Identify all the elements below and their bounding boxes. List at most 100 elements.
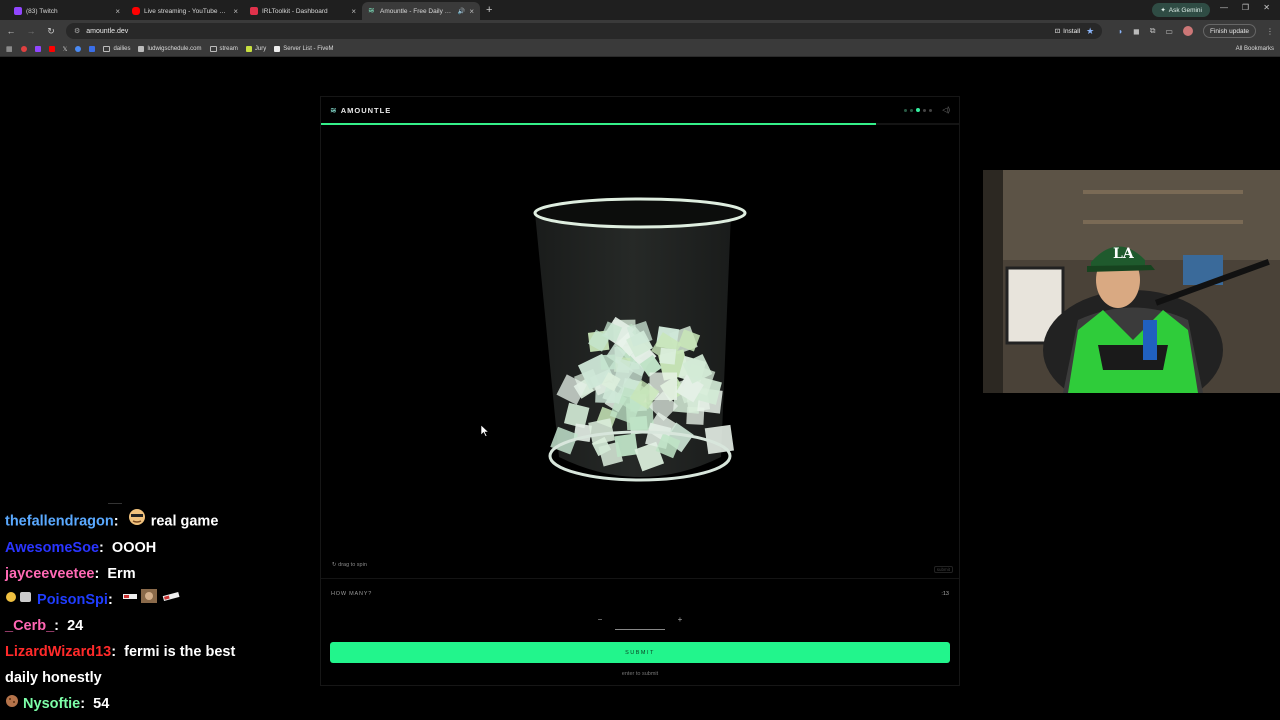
chat-message: jayceeveetee: Erm bbox=[5, 566, 136, 582]
tab-title: Amountle - Free Daily Visu... bbox=[380, 7, 454, 15]
tab-title: IRLToolkit - Dashboard bbox=[262, 7, 328, 15]
cast-icon[interactable]: ▭ bbox=[1165, 27, 1173, 36]
round-dot bbox=[929, 108, 933, 112]
bookmark-label: Server List - FiveM bbox=[283, 46, 334, 52]
apps-grid-icon[interactable]: ▦ bbox=[6, 45, 13, 53]
chat-text: fermi is the best bbox=[124, 644, 236, 661]
enter-to-submit-hint: enter to submit bbox=[621, 671, 659, 677]
close-icon[interactable]: × bbox=[469, 7, 474, 16]
folder-icon bbox=[209, 46, 217, 52]
folder-icon bbox=[103, 46, 111, 52]
chat-username: PoisonSpi bbox=[37, 592, 108, 608]
chat-username: thefallendragon bbox=[5, 513, 114, 530]
emote-icon bbox=[127, 508, 147, 535]
bookmark-folder-stream[interactable]: stream bbox=[209, 46, 238, 52]
ask-gemini-button[interactable]: ✦ Ask Gemini bbox=[1152, 3, 1210, 17]
close-icon[interactable]: × bbox=[351, 7, 356, 16]
tab-title: (83) Twitch bbox=[26, 7, 58, 15]
all-bookmarks[interactable]: All Bookmarks bbox=[1233, 46, 1274, 52]
minimize-icon[interactable]: — bbox=[1220, 3, 1228, 12]
finish-update-button[interactable]: Finish update bbox=[1202, 24, 1256, 38]
site-info-icon[interactable]: ⚙ bbox=[74, 27, 80, 35]
extension-camera-icon[interactable]: ◼ bbox=[1133, 27, 1140, 36]
tab-amountle[interactable]: ≋ Amountle - Free Daily Visu... 🔊 × bbox=[362, 2, 480, 20]
countdown-timer: :13 bbox=[941, 591, 949, 597]
waves-logo-icon: ≋ bbox=[330, 105, 337, 115]
browser-toolbar: ← → ↻ ⚙ amountle.dev ⊡ Install ★ ◗ ◼ ⧉ ▭… bbox=[0, 20, 1280, 42]
drag-to-spin-hint: ↻ drag to spin bbox=[332, 562, 367, 568]
browser-tab-bar: (83) Twitch × Live streaming - YouTube S… bbox=[0, 0, 1280, 20]
bookmark-folder-dailies[interactable]: dailies bbox=[103, 46, 130, 52]
badge-icons bbox=[5, 587, 33, 613]
install-label: Install bbox=[1063, 27, 1081, 35]
close-icon[interactable]: × bbox=[233, 7, 238, 16]
bookmark-label: ludwigschedule.com bbox=[147, 46, 202, 52]
submit-key-hint: submit bbox=[933, 566, 953, 573]
round-dot bbox=[923, 108, 927, 112]
webcam-scene: LA bbox=[983, 170, 1280, 393]
tab-title: Live streaming - YouTube Studio bbox=[144, 7, 230, 15]
back-arrow-icon[interactable]: ← bbox=[6, 26, 16, 36]
jar-top-rim bbox=[533, 197, 747, 229]
all-bookmarks-label: All Bookmarks bbox=[1235, 46, 1274, 52]
new-tab-button[interactable]: + bbox=[486, 4, 492, 16]
twitch-favicon-icon bbox=[14, 7, 22, 15]
chat-message: LizardWizard13: fermi is the best bbox=[5, 644, 236, 661]
cap-logo: LA bbox=[1113, 246, 1135, 262]
extension-audio-icon[interactable]: ◗ bbox=[1118, 27, 1123, 36]
cube bbox=[659, 347, 677, 365]
chat-text: daily honestly bbox=[5, 670, 102, 687]
streamer-webcam: LA bbox=[983, 170, 1280, 393]
chat-username: AwesomeSoe bbox=[5, 540, 100, 556]
chat-message: PoisonSpi: bbox=[5, 587, 315, 613]
bookmarks-bar: ▦ 𝕏 dailies ludwigschedule.com stream Ju… bbox=[0, 42, 1280, 57]
speaker-icon[interactable]: 🔊 bbox=[458, 8, 465, 15]
answer-input[interactable] bbox=[615, 612, 665, 626]
address-bar[interactable]: ⚙ amountle.dev ⊡ Install ★ bbox=[66, 23, 1103, 39]
bookmark-jury[interactable]: Jury bbox=[245, 46, 266, 52]
tab-twitch[interactable]: (83) Twitch × bbox=[8, 2, 126, 20]
url-text: amountle.dev bbox=[86, 27, 129, 35]
extensions-puzzle-icon[interactable]: ⧉ bbox=[1150, 26, 1156, 36]
close-icon[interactable]: × bbox=[115, 7, 120, 16]
chat-username: jayceeveetee bbox=[5, 566, 95, 582]
chat-text: 24 bbox=[67, 618, 84, 635]
chat-message: thefallendragon: real game bbox=[5, 508, 315, 535]
bookmark-icon-5[interactable] bbox=[75, 46, 82, 52]
bookmark-x-icon[interactable]: 𝕏 bbox=[63, 46, 68, 53]
bookmark-icon-2[interactable] bbox=[34, 46, 41, 52]
bookmark-icon-3[interactable] bbox=[48, 46, 55, 52]
tab-irltoolkit[interactable]: IRLToolkit - Dashboard × bbox=[244, 2, 362, 20]
menu-kebab-icon[interactable]: ⋮ bbox=[1266, 27, 1274, 36]
stream-chat-overlay: thefallendragon: real game AwesomeSoe: O… bbox=[5, 508, 315, 717]
sound-toggle-icon[interactable]: ◁) bbox=[942, 106, 950, 114]
bookmark-star-icon[interactable]: ★ bbox=[1086, 26, 1094, 37]
chat-message: Nysoftie: 54 bbox=[5, 691, 315, 717]
gemini-sparkle-icon: ✦ bbox=[1160, 7, 1166, 14]
answer-underline bbox=[615, 629, 665, 630]
reload-icon[interactable]: ↻ bbox=[46, 26, 56, 37]
chat-text: 54 bbox=[93, 696, 110, 713]
bookmark-icon-6[interactable] bbox=[89, 46, 96, 52]
cube bbox=[600, 354, 616, 370]
tab-youtube-studio[interactable]: Live streaming - YouTube Studio × bbox=[126, 2, 244, 20]
mouse-cursor-icon bbox=[481, 425, 489, 437]
profile-avatar[interactable] bbox=[1182, 26, 1193, 36]
ask-gemini-label: Ask Gemini bbox=[1168, 6, 1202, 14]
chat-message: _Cerb_: 24 bbox=[5, 618, 84, 635]
forward-arrow-icon[interactable]: → bbox=[26, 26, 36, 36]
bookmark-label: dailies bbox=[113, 46, 131, 52]
3d-jar-canvas[interactable]: ↻ drag to spin submit bbox=[321, 125, 959, 578]
drag-hint-text: drag to spin bbox=[338, 562, 367, 568]
install-button[interactable]: ⊡ Install bbox=[1055, 27, 1081, 36]
chat-text: Erm bbox=[107, 566, 136, 582]
bookmark-icon-1[interactable] bbox=[20, 46, 27, 52]
submit-button[interactable]: SUBMIT bbox=[330, 642, 950, 663]
close-window-icon[interactable]: ✕ bbox=[1263, 3, 1270, 12]
increment-button[interactable]: + bbox=[673, 613, 687, 627]
bookmark-ludwigschedule[interactable]: ludwigschedule.com bbox=[138, 46, 202, 52]
waves-favicon-icon: ≋ bbox=[368, 6, 375, 15]
decrement-button[interactable]: − bbox=[593, 613, 607, 627]
bookmark-fivem[interactable]: Server List - FiveM bbox=[274, 46, 334, 52]
restore-icon[interactable]: ❐ bbox=[1242, 3, 1249, 12]
